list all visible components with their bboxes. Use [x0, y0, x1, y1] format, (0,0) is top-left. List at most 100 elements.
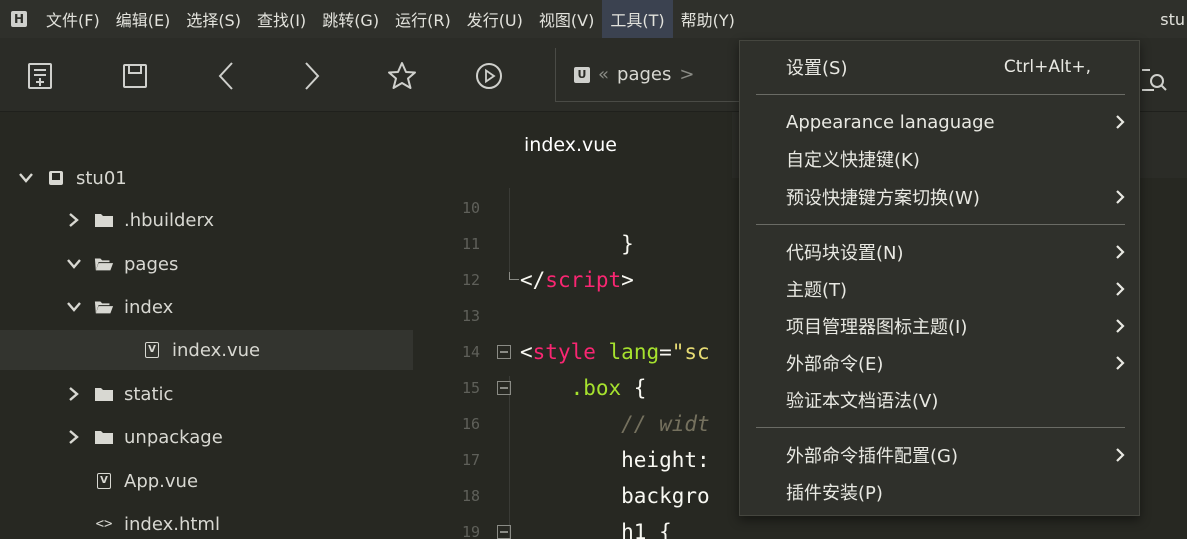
menu-item-label: 项目管理器图标主题(I) — [786, 317, 968, 338]
tools-menu-item[interactable]: 代码块设置(N) — [740, 234, 1139, 270]
tree-item-hbuilderx[interactable]: .hbuilderx — [0, 200, 413, 240]
code-token: { — [621, 376, 647, 400]
code-line[interactable]: 19 h1 { — [432, 514, 1187, 539]
line-number: 13 — [461, 307, 480, 325]
chevron-down-icon[interactable] — [16, 168, 36, 188]
menu-separator — [756, 94, 1125, 95]
tree-item-label: App.vue — [124, 470, 199, 492]
app-logo[interactable]: H — [0, 0, 38, 38]
menu-item[interactable]: 选择(S) — [178, 0, 249, 38]
tools-menu-item[interactable]: 预设快捷键方案切换(W) — [740, 179, 1139, 215]
menu-item[interactable]: 运行(R) — [387, 0, 459, 38]
tree-item-index-html[interactable]: <> index.html — [0, 504, 413, 539]
save-button[interactable] — [113, 54, 157, 98]
tree-item-unpackage[interactable]: unpackage — [0, 417, 413, 457]
chevron-right-icon[interactable] — [64, 210, 84, 230]
menu-item[interactable]: 视图(V) — [531, 0, 602, 38]
code-token: // widt — [621, 412, 710, 436]
code-token: "sc — [671, 340, 710, 364]
code-text: backgro — [520, 484, 710, 508]
tools-menu-item[interactable]: 项目管理器图标主题(I) — [740, 308, 1139, 344]
folder-icon — [94, 210, 114, 230]
code-token: = — [659, 340, 672, 364]
tree-item-index[interactable]: index — [0, 287, 413, 327]
code-token: < — [520, 340, 533, 364]
vue-file-icon: V — [142, 340, 162, 360]
tree-item-app-vue[interactable]: V App.vue — [0, 461, 413, 501]
line-number: 14 — [461, 343, 480, 361]
hbuilder-logo-icon: H — [11, 11, 27, 27]
folder-open-icon — [94, 254, 114, 274]
code-token: height: — [520, 448, 710, 472]
tree-item-static[interactable]: static — [0, 374, 413, 414]
submenu-arrow-icon — [1115, 281, 1125, 302]
chevron-right-icon[interactable] — [64, 384, 84, 404]
back-button[interactable] — [204, 54, 248, 98]
menu-item-label: 自定义快捷键(K) — [786, 150, 920, 171]
chevron-right-icon[interactable] — [64, 427, 84, 447]
tab-label: index.vue — [524, 134, 617, 156]
menu-item[interactable]: 查找(I) — [249, 0, 314, 38]
menu-item[interactable]: 帮助(Y) — [673, 0, 743, 38]
chevron-down-icon[interactable] — [64, 297, 84, 317]
menu-item[interactable]: 跳转(G) — [314, 0, 387, 38]
menu-item[interactable]: 工具(T) — [602, 0, 673, 38]
code-token: } — [520, 232, 634, 256]
tree-item-index-vue[interactable]: Vindex.vue — [0, 330, 413, 370]
menu-item[interactable]: 编辑(E) — [108, 0, 179, 38]
submenu-arrow-icon — [1115, 447, 1125, 468]
code-token: style — [532, 340, 596, 364]
breadcrumb-back[interactable]: « — [598, 64, 609, 85]
menu-item-label: 代码块设置(N) — [786, 243, 904, 264]
chevron-right-icon — [305, 62, 320, 90]
tree-item-label: stu01 — [76, 167, 127, 189]
tree-item-label: index.html — [124, 513, 220, 535]
fold-toggle-icon[interactable] — [494, 370, 514, 406]
line-number: 12 — [461, 271, 480, 289]
code-text: // widt — [520, 412, 710, 436]
folder-open-icon — [94, 297, 114, 317]
line-number: 18 — [461, 487, 480, 505]
project-icon: U — [574, 66, 590, 83]
project-icon — [46, 168, 66, 188]
menu-item[interactable]: 发行(U) — [459, 0, 531, 38]
tools-menu-item[interactable]: 自定义快捷键(K) — [740, 141, 1139, 177]
tools-menu-item[interactable]: 插件安装(P) — [740, 474, 1139, 510]
find-button[interactable] — [1140, 66, 1170, 96]
tab-index-vue[interactable]: index.vue — [432, 112, 732, 178]
menu-item-label: 预设快捷键方案切换(W) — [786, 188, 980, 209]
project-explorer: stu01 .hbuilderx pages index Vindex.vue stati… — [0, 112, 432, 539]
menu-item[interactable]: 文件(F) — [38, 0, 108, 38]
run-button[interactable] — [467, 54, 511, 98]
breadcrumb-segment-pages[interactable]: pages — [617, 64, 671, 85]
html-file-icon: <> — [95, 516, 113, 532]
line-number: 17 — [461, 451, 480, 469]
new-file-button[interactable] — [18, 54, 62, 98]
breadcrumb: U « pages > — [555, 48, 755, 102]
tools-menu-item[interactable]: 外部命令(E) — [740, 345, 1139, 381]
chevron-down-icon[interactable] — [64, 254, 84, 274]
fold-toggle-icon[interactable] — [494, 334, 514, 370]
code-text: .box { — [520, 376, 647, 400]
code-token: h1 { — [520, 520, 672, 539]
submenu-arrow-icon — [1115, 318, 1125, 339]
menu-item-label: Appearance lanaguage — [786, 111, 995, 133]
tree-item-pages[interactable]: pages — [0, 244, 413, 284]
tools-menu-item[interactable]: 验证本文档语法(V) — [740, 382, 1139, 418]
tree-item-label: index.vue — [172, 339, 261, 361]
line-number: 16 — [461, 415, 480, 433]
menu-items: 文件(F) 编辑(E) 选择(S) 查找(I) 跳转(G) 运行(R) 发行(U) 视图(V)… — [38, 0, 743, 38]
submenu-arrow-icon — [1115, 355, 1125, 376]
fold-toggle-icon[interactable] — [494, 514, 514, 539]
menu-item-label: 外部命令插件配置(G) — [786, 446, 958, 467]
favorite-button[interactable] — [380, 54, 424, 98]
forward-button[interactable] — [290, 54, 334, 98]
menu-separator — [756, 224, 1125, 225]
tools-menu-item[interactable]: Appearance lanaguage — [740, 104, 1139, 140]
tree-item-stu01[interactable]: stu01 — [0, 158, 413, 198]
tools-menu-item[interactable]: 主题(T) — [740, 271, 1139, 307]
tools-menu-item[interactable]: 设置(S) Ctrl+Alt+, — [740, 49, 1139, 85]
code-text: } — [520, 232, 634, 256]
tools-menu-item[interactable]: 外部命令插件配置(G) — [740, 437, 1139, 473]
